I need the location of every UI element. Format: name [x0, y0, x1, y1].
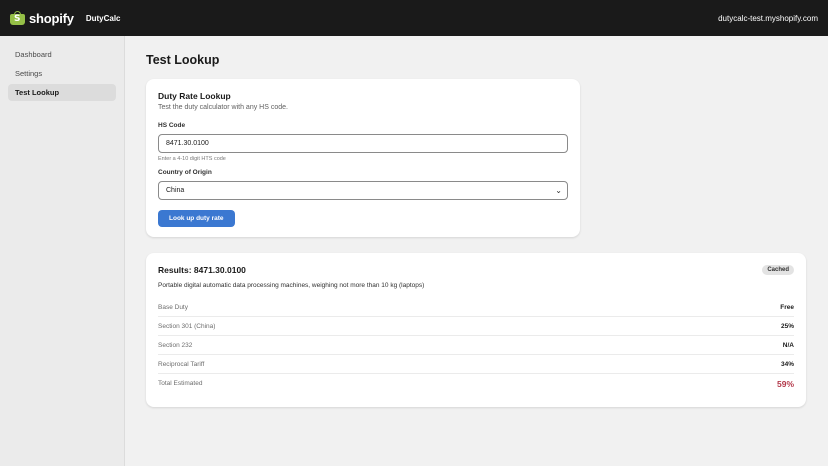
sidebar: Dashboard Settings Test Lookup — [0, 36, 125, 466]
row-value: N/A — [782, 341, 794, 349]
hs-code-help-text: Enter a 4-10 digit HTS code — [158, 156, 226, 162]
chevron-down-icon: ⌄ — [555, 186, 562, 195]
shopify-logo[interactable]: S shopify — [10, 11, 74, 26]
row-value: Free — [780, 303, 794, 311]
card-subtitle: Test the duty calculator with any HS cod… — [158, 104, 288, 111]
country-label: Country of Origin — [158, 169, 212, 176]
card-title: Duty Rate Lookup — [158, 91, 231, 101]
results-title: Results: 8471.30.0100 — [158, 265, 246, 275]
result-row-total-estimated: Total Estimated 59% — [158, 374, 794, 393]
duty-lookup-card: Duty Rate Lookup Test the duty calculato… — [146, 79, 580, 237]
shopping-bag-icon: S — [10, 11, 25, 25]
row-value: 25% — [780, 322, 794, 330]
results-card: Results: 8471.30.0100 Cached Portable di… — [146, 253, 806, 407]
row-label: Total Estimated — [158, 380, 203, 387]
sidebar-item-dashboard[interactable]: Dashboard — [8, 46, 116, 63]
cached-badge: Cached — [762, 265, 794, 275]
country-selected-value: China — [166, 187, 185, 194]
brand-wordmark: shopify — [29, 10, 74, 26]
top-bar: S shopify DutyCalc dutycalc-test.myshopi… — [0, 0, 828, 36]
row-label: Section 232 — [158, 341, 193, 349]
total-value: 59% — [776, 378, 794, 389]
hs-description: Portable digital automatic data processi… — [158, 282, 425, 289]
row-label: Base Duty — [158, 303, 188, 311]
sidebar-item-settings[interactable]: Settings — [8, 65, 116, 82]
store-name[interactable]: dutycalc-test.myshopify.com — [718, 14, 818, 23]
app-name: DutyCalc — [85, 13, 121, 23]
row-label: Section 301 (China) — [158, 322, 216, 330]
result-row-base-duty: Base Duty Free — [158, 298, 794, 317]
duty-breakdown: Base Duty Free Section 301 (China) 25% S… — [158, 298, 794, 393]
page-title: Test Lookup — [146, 53, 220, 67]
row-label: Reciprocal Tariff — [158, 360, 205, 368]
country-select[interactable]: China ⌄ — [158, 181, 568, 200]
hs-code-label: HS Code — [158, 122, 186, 129]
hs-code-input[interactable]: 8471.30.0100 — [158, 134, 568, 153]
result-row-section-232: Section 232 N/A — [158, 336, 794, 355]
result-row-section-301: Section 301 (China) 25% — [158, 317, 794, 336]
sidebar-item-test-lookup[interactable]: Test Lookup — [8, 84, 116, 101]
lookup-button[interactable]: Look up duty rate — [158, 210, 235, 227]
result-row-reciprocal-tariff: Reciprocal Tariff 34% — [158, 355, 794, 374]
row-value: 34% — [780, 360, 794, 368]
